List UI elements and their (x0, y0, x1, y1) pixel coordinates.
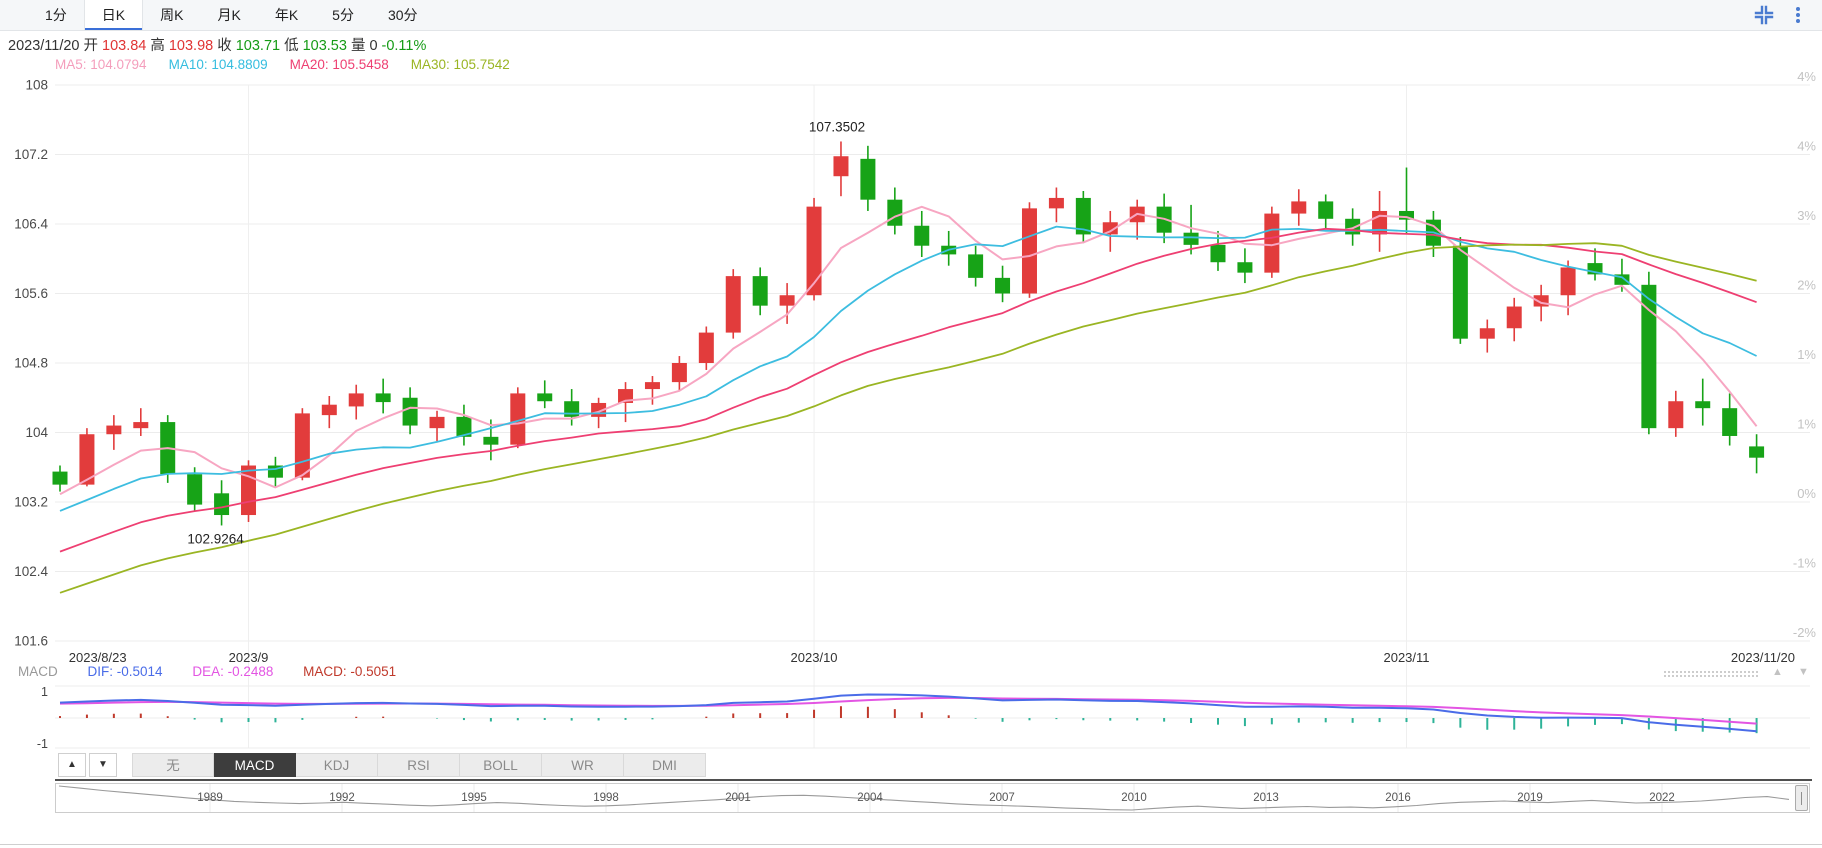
svg-text:104: 104 (25, 425, 48, 440)
svg-text:1%: 1% (1797, 417, 1816, 432)
svg-text:101.6: 101.6 (14, 634, 48, 649)
scrubber-year-2019: 2019 (1517, 792, 1543, 804)
indicator-tab-DMI[interactable]: DMI (624, 753, 706, 777)
indicator-tab-MACD[interactable]: MACD (214, 753, 296, 777)
svg-text:1: 1 (41, 685, 48, 699)
scrubber-year-1998: 1998 (593, 792, 619, 804)
indicator-tab-RSI[interactable]: RSI (378, 753, 460, 777)
indicator-up-button[interactable]: ▲ (58, 753, 86, 777)
stock-chart-page: { "toolbar": { "tabs": ["1分","日K","周K","… (0, 0, 1822, 848)
scrubber-year-2007: 2007 (989, 792, 1015, 804)
svg-text:2%: 2% (1797, 278, 1816, 293)
scrubber-year-2022: 2022 (1649, 792, 1675, 804)
svg-text:107.2: 107.2 (14, 147, 48, 162)
svg-text:2023/11/20: 2023/11/20 (1731, 650, 1795, 665)
mini-up-triangle[interactable]: ▲ (1772, 666, 1783, 678)
scrubber-year-1995: 1995 (461, 792, 487, 804)
history-mini-chart (58, 784, 1790, 812)
candlestick-chart[interactable]: 1084%107.24%106.43%105.62%104.81%1041%10… (0, 0, 1822, 752)
svg-text:-1%: -1% (1793, 556, 1817, 571)
mini-down-triangle[interactable]: ▼ (1798, 666, 1809, 678)
svg-text:-2%: -2% (1793, 625, 1817, 640)
scrubber-year-1992: 1992 (329, 792, 355, 804)
macd-dea-value: DEA: -0.2488 (192, 664, 274, 679)
divider (55, 779, 1812, 781)
svg-text:107.3502: 107.3502 (809, 119, 865, 134)
svg-text:4%: 4% (1797, 69, 1816, 84)
indicator-tab-WR[interactable]: WR (542, 753, 624, 777)
macd-panel-label: MACD (18, 664, 58, 679)
svg-text:102.9264: 102.9264 (187, 531, 244, 546)
svg-text:2023/9: 2023/9 (229, 650, 269, 665)
svg-text:2023/11: 2023/11 (1383, 650, 1429, 665)
scrubber-year-1989: 1989 (197, 792, 223, 804)
svg-text:106.4: 106.4 (14, 217, 48, 232)
indicator-toolbar: ▲ ▼ 无 MACD KDJ RSI BOLL WR DMI (58, 753, 706, 777)
svg-text:103.2: 103.2 (14, 495, 48, 510)
bottom-border (0, 844, 1822, 845)
history-scrubber[interactable]: 1989 1992 1995 1998 2001 2004 2007 2010 2013 2016… (55, 783, 1810, 813)
svg-text:4%: 4% (1797, 139, 1816, 154)
macd-macd-value: MACD: -0.5051 (303, 664, 397, 679)
indicator-tabs: 无 MACD KDJ RSI BOLL WR DMI (132, 753, 706, 777)
svg-text:104.8: 104.8 (14, 356, 48, 371)
svg-text:-1: -1 (37, 737, 48, 751)
scrubber-year-2013: 2013 (1253, 792, 1279, 804)
scrubber-handle[interactable] (1795, 785, 1808, 811)
scrubber-year-2016: 2016 (1385, 792, 1411, 804)
macd-values-bar: MACD DIF: -0.5014 DEA: -0.2488 MACD: -0.… (18, 664, 422, 679)
indicator-down-button[interactable]: ▼ (89, 753, 117, 777)
svg-text:0%: 0% (1797, 486, 1816, 501)
svg-text:108: 108 (25, 78, 48, 93)
indicator-tab-BOLL[interactable]: BOLL (460, 753, 542, 777)
svg-text:102.4: 102.4 (14, 564, 48, 579)
indicator-tab-无[interactable]: 无 (132, 753, 214, 777)
scrubber-year-2010: 2010 (1121, 792, 1147, 804)
svg-text:3%: 3% (1797, 208, 1816, 223)
svg-text:2023/10: 2023/10 (791, 650, 838, 665)
macd-dif-value: DIF: -0.5014 (87, 664, 163, 679)
svg-text:2023/8/23: 2023/8/23 (69, 650, 127, 665)
svg-text:1%: 1% (1797, 347, 1816, 362)
svg-text:105.6: 105.6 (14, 286, 48, 301)
scrubber-year-2004: 2004 (857, 792, 883, 804)
indicator-tab-KDJ[interactable]: KDJ (296, 753, 378, 777)
scrubber-year-2001: 2001 (725, 792, 751, 804)
drag-handle-dots[interactable] (1663, 670, 1759, 679)
